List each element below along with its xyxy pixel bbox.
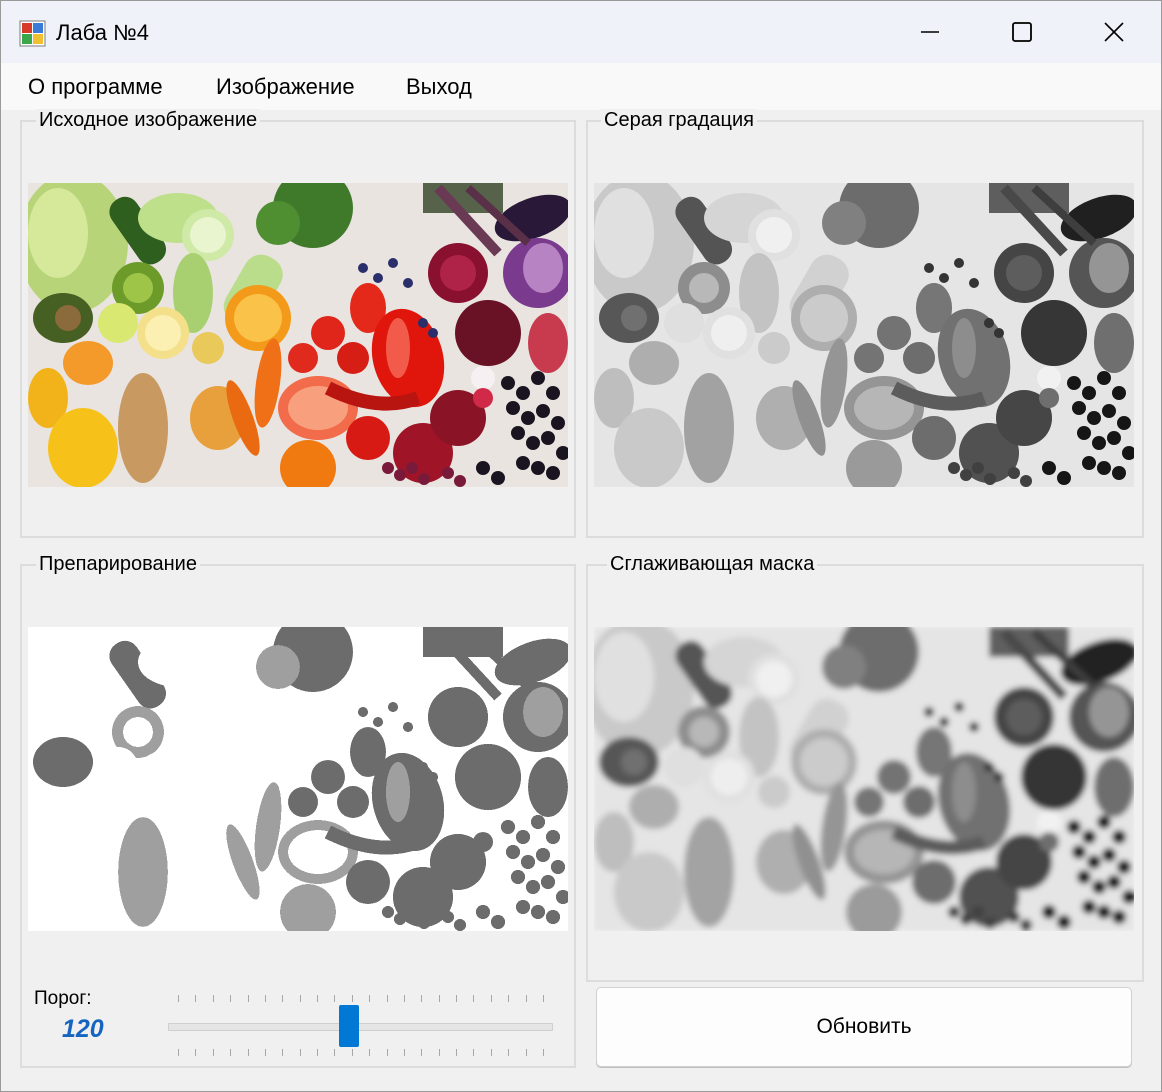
close-icon bbox=[1104, 22, 1124, 42]
slider-tick bbox=[351, 1049, 353, 1056]
threshold-value: 120 bbox=[62, 1015, 104, 1043]
slider-tick bbox=[386, 1049, 388, 1056]
grayscale-image bbox=[594, 183, 1134, 487]
title-bar: Лаба №4 bbox=[1, 1, 1161, 63]
slider-tick bbox=[212, 1049, 214, 1056]
slider-tick bbox=[369, 995, 371, 1002]
slider-ticks-bottom bbox=[168, 1049, 553, 1059]
slider-tick bbox=[317, 1049, 319, 1056]
slider-ticks-top bbox=[168, 995, 553, 1005]
maximize-button[interactable] bbox=[976, 1, 1068, 63]
slider-tick bbox=[247, 1049, 249, 1056]
original-image bbox=[28, 183, 568, 487]
slider-tick bbox=[421, 1049, 423, 1056]
threshold-label: Препарирование bbox=[36, 553, 200, 576]
menu-about[interactable]: О программе bbox=[28, 74, 163, 100]
maximize-icon bbox=[1012, 22, 1032, 42]
app-icon bbox=[19, 20, 46, 47]
slider-tick bbox=[386, 995, 388, 1002]
smoothing-image bbox=[594, 627, 1134, 931]
minimize-icon bbox=[921, 31, 939, 33]
slider-tick bbox=[334, 1049, 336, 1056]
slider-tick bbox=[212, 995, 214, 1002]
threshold-image bbox=[28, 627, 568, 931]
slider-tick bbox=[508, 995, 510, 1002]
close-button[interactable] bbox=[1068, 1, 1160, 63]
slider-tick bbox=[456, 995, 458, 1002]
slider-tick bbox=[264, 995, 266, 1002]
slider-tick bbox=[195, 995, 197, 1002]
slider-tick bbox=[473, 995, 475, 1002]
slider-tick bbox=[178, 995, 179, 1002]
slider-tick bbox=[282, 995, 284, 1002]
slider-tick bbox=[543, 1049, 544, 1056]
slider-track bbox=[168, 1023, 553, 1031]
slider-tick bbox=[403, 1049, 405, 1056]
slider-tick bbox=[299, 995, 301, 1002]
slider-tick bbox=[490, 995, 492, 1002]
original-image-label: Исходное изображение bbox=[36, 109, 261, 132]
slider-tick bbox=[264, 1049, 266, 1056]
slider-tick bbox=[299, 1049, 301, 1056]
slider-tick bbox=[334, 995, 336, 1002]
threshold-slider[interactable] bbox=[168, 991, 553, 1059]
app-window: Лаба №4 О программе Изображение Выход Ис… bbox=[0, 0, 1162, 1092]
slider-tick bbox=[230, 995, 232, 1002]
slider-tick bbox=[438, 1049, 440, 1056]
slider-tick bbox=[195, 1049, 197, 1056]
menu-exit[interactable]: Выход bbox=[406, 74, 472, 100]
window-title: Лаба №4 bbox=[56, 20, 149, 45]
slider-tick bbox=[421, 995, 423, 1002]
slider-tick bbox=[403, 995, 405, 1002]
refresh-button[interactable]: Обновить bbox=[596, 987, 1132, 1067]
slider-thumb[interactable] bbox=[339, 1005, 359, 1047]
slider-tick bbox=[525, 995, 527, 1002]
menu-image[interactable]: Изображение bbox=[216, 74, 355, 100]
slider-tick bbox=[456, 1049, 458, 1056]
grayscale-label: Серая градация bbox=[601, 109, 757, 132]
slider-tick bbox=[230, 1049, 232, 1056]
slider-tick bbox=[351, 995, 353, 1002]
slider-tick bbox=[490, 1049, 492, 1056]
slider-tick bbox=[369, 1049, 371, 1056]
smoothing-label: Сглаживающая маска bbox=[607, 553, 818, 576]
slider-tick bbox=[438, 995, 440, 1002]
slider-tick bbox=[508, 1049, 510, 1056]
slider-tick bbox=[317, 995, 319, 1002]
minimize-button[interactable] bbox=[884, 1, 976, 63]
slider-tick bbox=[178, 1049, 179, 1056]
slider-tick bbox=[525, 1049, 527, 1056]
slider-tick bbox=[473, 1049, 475, 1056]
menu-bar: О программе Изображение Выход bbox=[1, 63, 1161, 110]
slider-tick bbox=[543, 995, 544, 1002]
slider-tick bbox=[247, 995, 249, 1002]
slider-tick bbox=[282, 1049, 284, 1056]
threshold-caption: Порог: bbox=[34, 988, 92, 1009]
